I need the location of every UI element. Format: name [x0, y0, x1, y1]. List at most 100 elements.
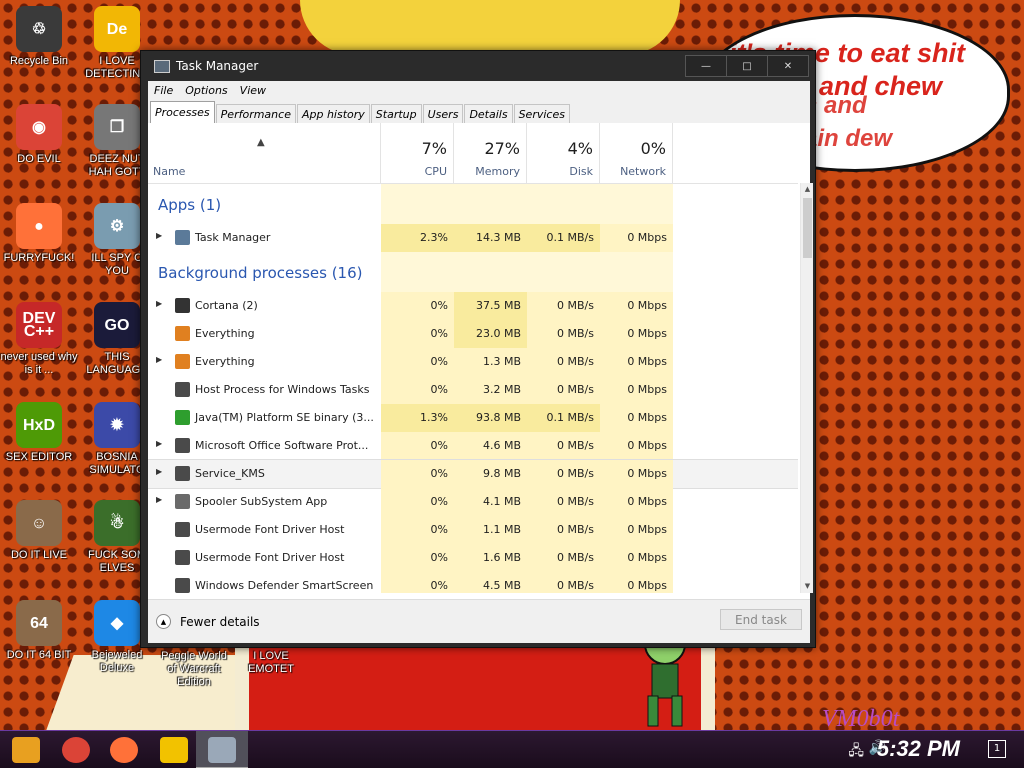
close-button[interactable]: ✕	[767, 55, 809, 77]
process-row[interactable]: Windows Defender SmartScreen 0% 4.5 MB 0 MB…	[148, 572, 798, 593]
expand-chevron-icon[interactable]: ▶	[156, 231, 162, 240]
desktop-app-icon: DEV C++	[16, 302, 62, 348]
sort-arrow-icon: ▲	[257, 137, 265, 148]
process-icon	[175, 550, 190, 565]
task-manager-icon[interactable]	[208, 737, 236, 763]
desktop-app-icon: 64	[16, 600, 62, 646]
memory-cell: 1.6 MB	[454, 544, 527, 572]
process-row[interactable]: Everything 0% 23.0 MB 0 MB/s 0 Mbps	[148, 320, 798, 348]
firefox-icon[interactable]	[110, 737, 138, 763]
process-row[interactable]: Java(TM) Platform SE binary (3... 1.3% 93.…	[148, 404, 798, 432]
column-header-memory[interactable]: 27% Memory	[454, 123, 527, 183]
network-cell: 0 Mbps	[600, 488, 673, 516]
memory-cell: 4.5 MB	[454, 572, 527, 593]
taskbar: 🖧 🔊 5:32 PM 1	[0, 730, 1024, 768]
expand-chevron-icon[interactable]: ▶	[156, 467, 162, 476]
desktop-icon[interactable]: ♲ Recycle Bin	[0, 6, 78, 68]
desktop-icon[interactable]: Peggle World of Warcraft Edition	[155, 650, 233, 689]
memory-cell: 3.2 MB	[454, 376, 527, 404]
expand-chevron-icon[interactable]: ▶	[156, 355, 162, 364]
network-icon[interactable]: 🖧	[848, 740, 864, 764]
memory-cell: 9.8 MB	[454, 460, 527, 488]
desktop-icon[interactable]: I LOVE EMOTET	[232, 650, 310, 676]
process-row[interactable]: Usermode Font Driver Host 0% 1.1 MB 0 MB/s 0…	[148, 516, 798, 544]
memory-cell: 93.8 MB	[454, 404, 527, 432]
column-header-cpu[interactable]: 7% CPU	[381, 123, 454, 183]
process-name: Spooler SubSystem App	[195, 495, 328, 508]
expand-chevron-icon[interactable]: ▶	[156, 299, 162, 308]
task-manager-window[interactable]: Task Manager — □ ✕ File Options View Pro…	[140, 50, 816, 648]
tab-performance[interactable]: Performance	[215, 104, 296, 123]
expand-chevron-icon[interactable]: ▶	[156, 439, 162, 448]
fewer-details-button[interactable]: ▲ Fewer details	[156, 614, 260, 629]
cpu-cell: 1.3%	[381, 404, 454, 432]
vertical-scrollbar[interactable]: ▲ ▼	[800, 183, 813, 593]
column-header-network[interactable]: 0% Network	[600, 123, 673, 183]
desktop-app-icon: ❐	[94, 104, 140, 150]
network-cell: 0 Mbps	[600, 432, 673, 460]
memory-cell: 14.3 MB	[454, 224, 527, 252]
desktop-icon[interactable]: 64 DO IT 64 BIT	[0, 600, 78, 662]
tab-services[interactable]: Services	[513, 104, 570, 123]
desktop-app-icon: HxD	[16, 402, 62, 448]
menu-options[interactable]: Options	[179, 84, 233, 97]
desktop-icon[interactable]: ☺ DO IT LIVE	[0, 500, 78, 562]
cpu-cell: 0%	[381, 460, 454, 488]
maximize-button[interactable]: □	[726, 55, 768, 77]
cpu-cell: 0%	[381, 516, 454, 544]
disk-cell: 0 MB/s	[527, 572, 600, 593]
start-icon[interactable]	[12, 737, 40, 763]
process-row[interactable]: ▶ Spooler SubSystem App 0% 4.1 MB 0 MB/s 0 Mb…	[148, 488, 798, 516]
menu-file[interactable]: File	[148, 84, 179, 97]
memory-cell: 37.5 MB	[454, 292, 527, 320]
process-row[interactable]: Host Process for Windows Tasks 0% 3.2 MB 0 …	[148, 376, 798, 404]
scroll-down-icon[interactable]: ▼	[801, 580, 814, 593]
process-row[interactable]: Usermode Font Driver Host 0% 1.6 MB 0 MB/s 0…	[148, 544, 798, 572]
tab-users[interactable]: Users	[422, 104, 464, 123]
process-name: Cortana (2)	[195, 299, 258, 312]
column-header-name[interactable]: ▲ Name	[148, 123, 381, 183]
menu-view[interactable]: View	[234, 84, 272, 97]
network-cell: 0 Mbps	[600, 292, 673, 320]
network-cell: 0 Mbps	[600, 516, 673, 544]
tab-processes[interactable]: Processes	[150, 101, 215, 123]
process-row[interactable]: ▶ Everything 0% 1.3 MB 0 MB/s 0 Mbps	[148, 348, 798, 376]
desktop-icon-label: FURRYFUCK!	[3, 252, 75, 264]
process-row[interactable]: ▶ Microsoft Office Software Prot... 0% 4.6 …	[148, 432, 798, 460]
cpu-cell: 0%	[381, 376, 454, 404]
cpu-cell: 2.3%	[381, 224, 454, 252]
network-cell: 0 Mbps	[600, 404, 673, 432]
minimize-button[interactable]: —	[685, 55, 727, 77]
menu-bar: File Options View	[148, 81, 810, 99]
scroll-up-icon[interactable]: ▲	[801, 183, 814, 196]
column-header-disk[interactable]: 4% Disk	[527, 123, 600, 183]
chrome-icon[interactable]	[62, 737, 90, 763]
process-row[interactable]: ▶ Cortana (2) 0% 37.5 MB 0 MB/s 0 Mbps	[148, 292, 798, 320]
desktop-icon[interactable]: ● FURRYFUCK!	[0, 203, 78, 265]
desktop-icon[interactable]: ◉ DO EVIL	[0, 104, 78, 166]
process-name: Task Manager	[195, 231, 271, 244]
process-icon	[175, 466, 190, 481]
memory-cell: 4.1 MB	[454, 488, 527, 516]
process-icon	[175, 326, 190, 341]
notification-icon[interactable]: 1	[988, 740, 1006, 758]
footer-bar: ▲ Fewer details End task	[148, 599, 810, 643]
scroll-thumb[interactable]	[803, 198, 812, 258]
disk-cell: 0 MB/s	[527, 488, 600, 516]
clock[interactable]: 5:32 PM	[877, 736, 960, 762]
process-row[interactable]: ▶ Service_KMS 0% 9.8 MB 0 MB/s 0 Mbps	[148, 459, 798, 489]
desktop-icon[interactable]: DEV C++ never used why is it ...	[0, 302, 78, 377]
explorer-icon[interactable]	[160, 737, 188, 763]
process-row[interactable]: ▶ Task Manager 2.3% 14.3 MB 0.1 MB/s 0 Mbps	[148, 224, 798, 252]
cpu-cell: 0%	[381, 432, 454, 460]
desktop-app-icon: ◉	[16, 104, 62, 150]
tab-details[interactable]: Details	[464, 104, 513, 123]
desktop-app-icon: ◆	[94, 600, 140, 646]
end-task-button[interactable]: End task	[720, 609, 802, 630]
expand-chevron-icon[interactable]: ▶	[156, 495, 162, 504]
desktop-icon-label: never used why is it ...	[0, 351, 78, 376]
tab-app-history[interactable]: App history	[296, 104, 370, 123]
processes-panel: ▲ Name 7% CPU 27% Memory 4% Disk 0% Netw…	[148, 123, 813, 643]
tab-startup[interactable]: Startup	[370, 104, 422, 123]
desktop-icon[interactable]: HxD SEX EDITOR	[0, 402, 78, 464]
